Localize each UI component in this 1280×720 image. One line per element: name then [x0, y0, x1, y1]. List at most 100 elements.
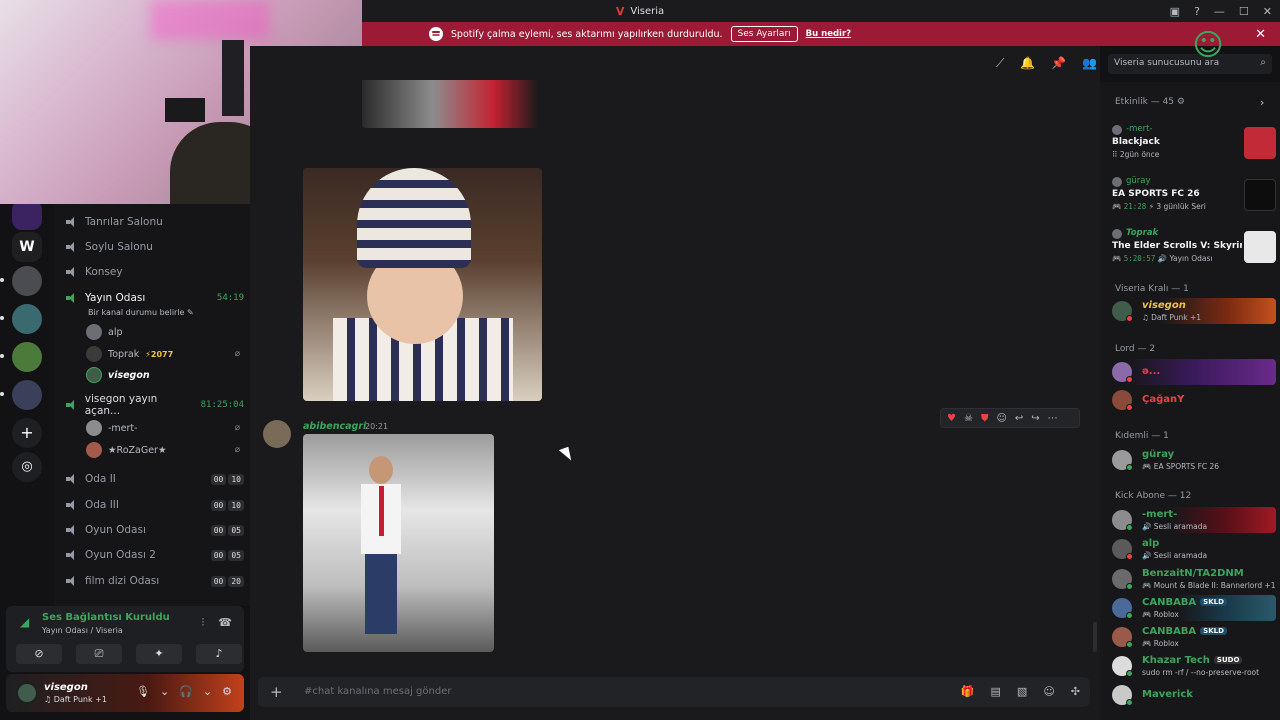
user-limit-badge: 00 05	[210, 524, 244, 536]
maximize-button[interactable]: ☐	[1239, 5, 1249, 18]
gear-icon[interactable]: ⚙	[222, 685, 232, 698]
message-input[interactable]: #chat kanalına mesaj gönder	[304, 686, 451, 697]
voice-channel[interactable]: film dizi Odası 00 20	[66, 571, 244, 591]
server-w-icon[interactable]: W	[12, 232, 42, 262]
attach-plus-icon[interactable]: +	[270, 683, 283, 701]
activity-card[interactable]: -mert- Blackjack ⠿ 2gün önce	[1112, 124, 1276, 162]
members-icon[interactable]: 👥	[1082, 56, 1097, 71]
chevron-right-icon[interactable]: ›	[1260, 96, 1264, 109]
voice-user[interactable]: Toprak ⚡2077 ⌀	[86, 345, 240, 363]
member-row[interactable]: ə...	[1112, 359, 1276, 385]
message-image[interactable]	[303, 434, 494, 652]
spotify-icon	[428, 27, 443, 41]
voice-user[interactable]: -mert- ⌀	[86, 419, 240, 437]
disconnect-icon[interactable]: ☎	[218, 616, 232, 630]
apps-icon[interactable]: ✣	[1071, 685, 1080, 698]
bell-icon[interactable]: 🔔	[1020, 56, 1035, 71]
activity-header[interactable]: Etkinlik — 45 ⚙	[1115, 97, 1185, 107]
pin-icon[interactable]: 📌	[1051, 56, 1066, 71]
voice-channel[interactable]: Oyun Odası 2 00 05	[66, 545, 244, 565]
voice-user[interactable]: ★RoZaGer★ ⌀	[86, 441, 240, 459]
role-header: Viseria Kralı — 1	[1115, 284, 1189, 294]
avatar	[1112, 569, 1133, 590]
avatar[interactable]	[263, 420, 291, 448]
member-row[interactable]: BenzaitN/TA2DNM 🎮 Mount & Blade II: Bann…	[1112, 566, 1276, 592]
message-author[interactable]: abibencagri	[303, 421, 366, 432]
discover-icon[interactable]: ◎	[12, 452, 42, 482]
search-input[interactable]: Viseria sunucusunu ara ⌕	[1108, 54, 1272, 74]
shield-reaction-icon[interactable]: ⛊	[981, 413, 989, 424]
voice-user-self[interactable]: visegon	[86, 366, 240, 384]
member-row[interactable]: CANBABA SKLD 🎮 Roblox	[1112, 624, 1276, 650]
muted-icon: ⌀	[234, 423, 240, 433]
message-image[interactable]	[303, 168, 542, 401]
boost-badge: ⚡2077	[145, 349, 174, 359]
add-server-icon[interactable]: +	[12, 418, 42, 448]
audio-settings-button[interactable]: Ses Ayarları	[730, 26, 798, 42]
muted-icon: ⌀	[234, 445, 240, 455]
voice-channel[interactable]: Soylu Salonu	[66, 237, 244, 257]
help-icon[interactable]: ?	[1194, 5, 1200, 18]
child-figure	[361, 456, 401, 646]
avatar[interactable]	[16, 682, 38, 704]
chevron-down-icon[interactable]: ⌄	[160, 685, 169, 698]
activity-card[interactable]: güray EA SPORTS FC 26 🎮 21:28 ⚡ 3 günlük…	[1112, 176, 1276, 214]
microphone-icon[interactable]: 🎙	[136, 685, 150, 698]
voice-channel[interactable]: Konsey	[66, 262, 244, 282]
member-row[interactable]: -mert- 🔊 Sesli aramada	[1112, 507, 1276, 533]
server-icon[interactable]	[12, 342, 42, 372]
speaker-icon	[66, 267, 78, 277]
voice-channel[interactable]: Oyun Odası 00 05	[66, 520, 244, 540]
threads-icon[interactable]: ⟋	[996, 56, 1004, 71]
screen-share-button[interactable]: ⎚	[76, 644, 122, 664]
member-row[interactable]: alp 🔊 Sesli aramada	[1112, 536, 1276, 562]
minimize-button[interactable]: —	[1214, 5, 1225, 18]
add-reaction-icon[interactable]: ☺	[996, 413, 1006, 424]
member-row[interactable]: ÇağanY	[1112, 387, 1276, 413]
activity-card[interactable]: Toprak The Elder Scrolls V: Skyrim ... 🎮…	[1112, 228, 1276, 266]
activities-button[interactable]: ✦	[136, 644, 182, 664]
heart-reaction-icon[interactable]: ♥	[947, 413, 956, 424]
member-row[interactable]: Maverick	[1112, 682, 1276, 708]
voice-channel-active[interactable]: Yayın Odası 54:19	[66, 288, 244, 308]
member-row[interactable]: CANBABA SKLD 🎮 Roblox	[1112, 595, 1276, 621]
guild-tag: SUDO	[1213, 656, 1243, 664]
more-icon[interactable]: ⋯	[1048, 413, 1058, 424]
window-title-text: Viseria	[630, 5, 665, 17]
channel-status[interactable]: Bir kanal durumu belirle ✎	[88, 308, 194, 317]
gift-icon[interactable]: 🎁	[961, 685, 975, 698]
soundboard-button[interactable]: ♪	[196, 644, 242, 664]
skull-reaction-icon[interactable]: ☠	[964, 413, 973, 424]
close-window-button[interactable]: ✕	[1263, 5, 1272, 18]
chevron-down-icon[interactable]: ⌄	[203, 685, 212, 698]
noise-suppression-icon[interactable]: ⫶	[202, 616, 205, 630]
server-icon[interactable]	[12, 380, 42, 410]
member-row[interactable]: güray 🎮 EA SPORTS FC 26	[1112, 447, 1276, 473]
voice-channel[interactable]: Oda III 00 10	[66, 495, 244, 515]
forward-icon[interactable]: ↪	[1031, 413, 1039, 424]
voice-user[interactable]: alp	[86, 323, 240, 341]
unread-dot	[0, 278, 4, 282]
headphones-icon[interactable]: 🎧	[179, 685, 193, 698]
member-row[interactable]: Khazar Tech SUDO sudo rm -rf / --no-prese…	[1112, 653, 1276, 679]
chat-scrollbar[interactable]	[1093, 622, 1097, 652]
server-icon[interactable]	[12, 266, 42, 296]
emoji-icon[interactable]: ☺	[1043, 685, 1054, 698]
voice-channel[interactable]: Oda II 00 10	[66, 469, 244, 489]
close-banner-icon[interactable]: ✕	[1255, 27, 1266, 42]
voice-location[interactable]: Yayın Odası / Viseria	[42, 626, 123, 635]
reply-icon[interactable]: ↩	[1015, 413, 1023, 424]
game-thumbnail	[1244, 127, 1276, 159]
what-is-this-link[interactable]: Bu nedir?	[806, 29, 851, 39]
voice-channel[interactable]: Tanrılar Salonu	[66, 212, 244, 232]
sticker-icon[interactable]: ▧	[1017, 685, 1027, 698]
voice-channel[interactable]: visegon yayın açan... 81:25:04	[66, 393, 244, 417]
inbox-icon[interactable]: ▣	[1170, 5, 1180, 18]
message-image[interactable]	[362, 80, 538, 128]
message-composer[interactable]: + #chat kanalına mesaj gönder 🎁 ▤ ▧ ☺ ✣	[258, 677, 1090, 707]
server-icon[interactable]	[12, 200, 42, 230]
server-icon[interactable]	[12, 304, 42, 334]
camera-off-button[interactable]: ⊘	[16, 644, 62, 664]
member-row[interactable]: visegon ♫ Daft Punk +1	[1112, 298, 1276, 324]
gif-icon[interactable]: ▤	[991, 685, 1001, 698]
